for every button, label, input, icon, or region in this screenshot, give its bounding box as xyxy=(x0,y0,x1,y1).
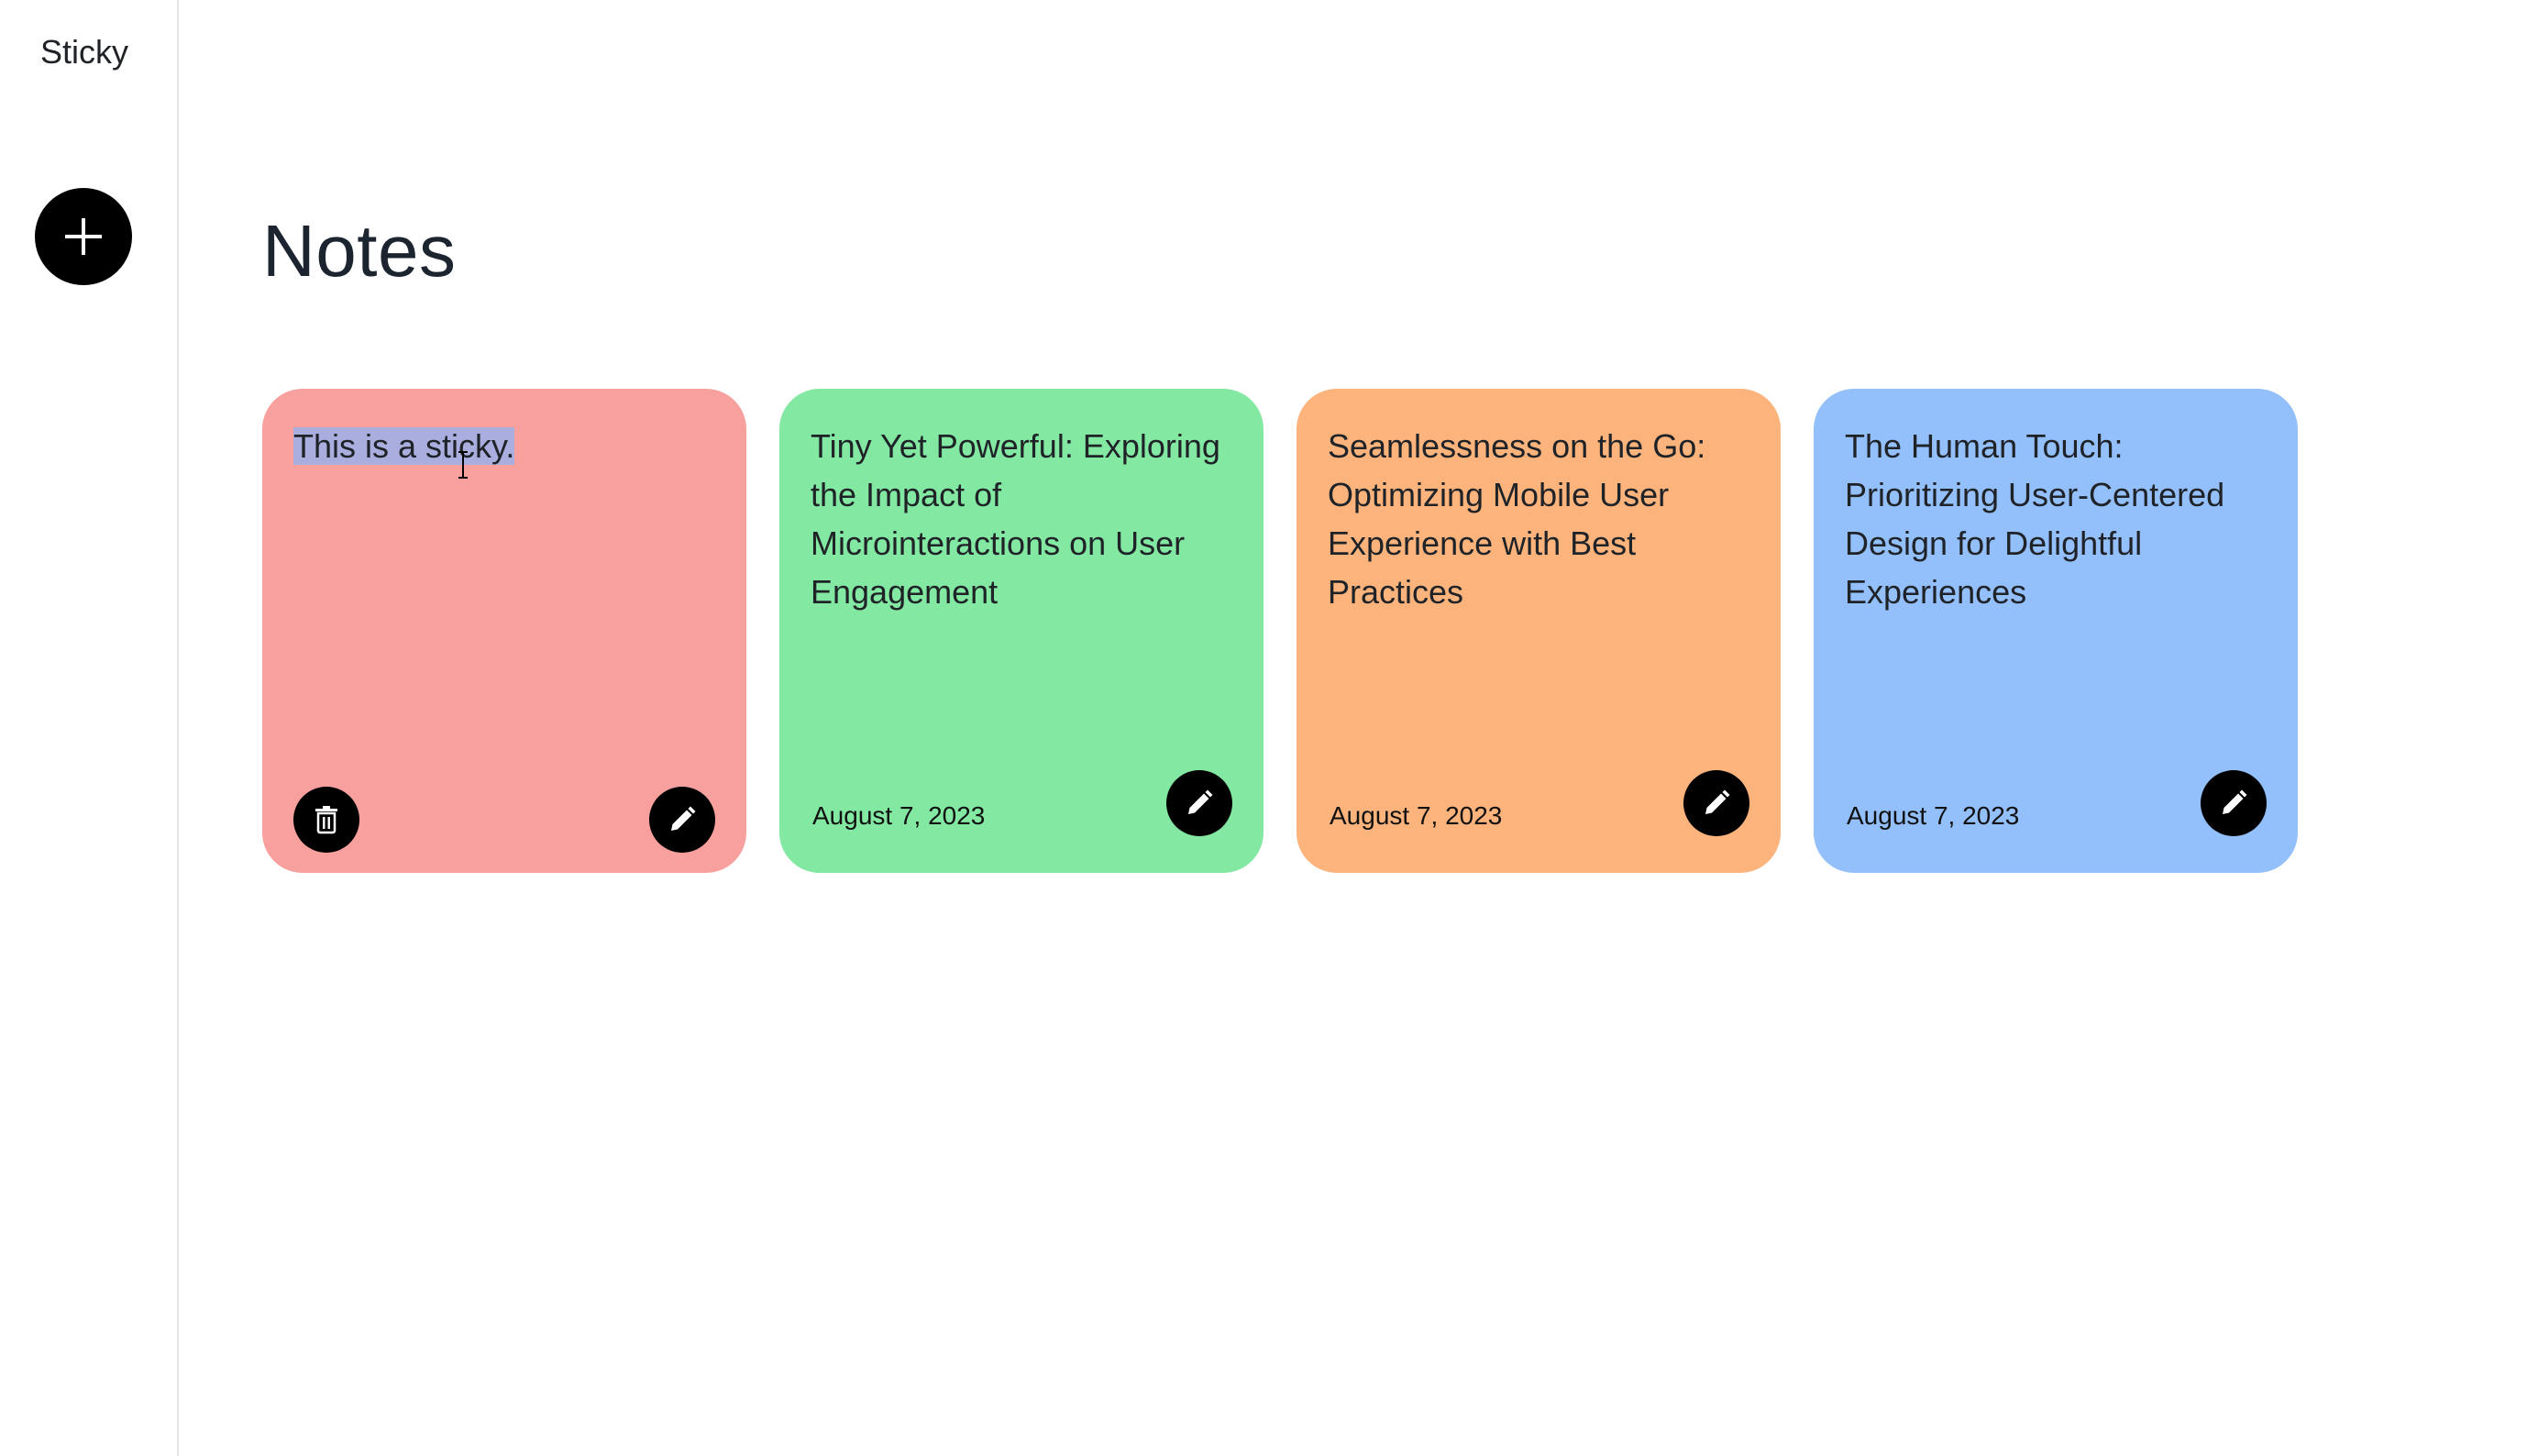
main-content: Notes This is a sticky. Tiny Yet Powerfu… xyxy=(262,0,2527,1456)
note-card[interactable]: The Human Touch: Prioritizing User-Cente… xyxy=(1814,389,2298,873)
edit-note-button[interactable] xyxy=(1166,770,1232,836)
note-text[interactable]: Tiny Yet Powerful: Exploring the Impact … xyxy=(811,422,1232,616)
trash-icon xyxy=(315,806,337,834)
note-date: August 7, 2023 xyxy=(812,801,986,830)
note-text[interactable]: Seamlessness on the Go: Optimizing Mobil… xyxy=(1328,422,1749,616)
note-card[interactable]: This is a sticky. xyxy=(262,389,746,873)
note-date: August 7, 2023 xyxy=(1330,801,1503,830)
pencil-icon xyxy=(671,806,696,831)
note-date: August 7, 2023 xyxy=(1847,801,2020,830)
app: Sticky Notes This is a sticky. Tiny Yet … xyxy=(0,0,2527,1456)
page-title: Notes xyxy=(262,210,457,292)
note-text[interactable]: The Human Touch: Prioritizing User-Cente… xyxy=(1845,422,2267,616)
delete-note-button[interactable] xyxy=(293,787,359,853)
note-card[interactable]: Seamlessness on the Go: Optimizing Mobil… xyxy=(1297,389,1781,873)
note-text[interactable]: This is a sticky. xyxy=(293,422,715,470)
plus-icon xyxy=(65,218,102,255)
edit-note-button[interactable] xyxy=(2201,770,2267,836)
notes-grid: This is a sticky. Tiny Yet Powerful: Exp… xyxy=(262,389,2298,873)
edit-note-button[interactable] xyxy=(1683,770,1749,836)
sidebar: Sticky xyxy=(0,0,179,1456)
edit-note-button[interactable] xyxy=(649,787,715,853)
note-card[interactable]: Tiny Yet Powerful: Exploring the Impact … xyxy=(779,389,1264,873)
text-cursor-icon xyxy=(458,451,468,479)
pencil-icon xyxy=(1705,789,1730,814)
brand-title: Sticky xyxy=(40,33,129,71)
pencil-icon xyxy=(2223,789,2247,814)
pencil-icon xyxy=(1188,789,1213,814)
selected-text: This is a sticky. xyxy=(293,427,515,465)
add-note-button[interactable] xyxy=(35,188,132,285)
